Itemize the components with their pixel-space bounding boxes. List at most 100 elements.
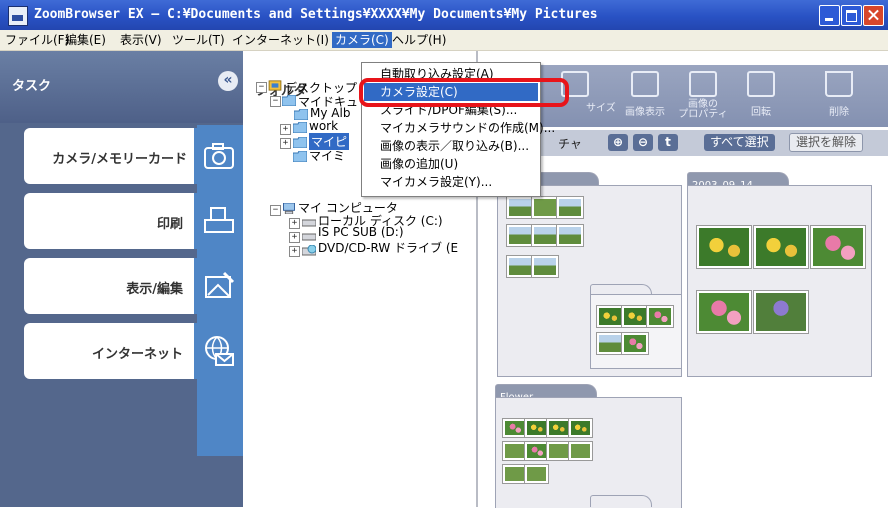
expander-mypictures[interactable]: +	[280, 138, 291, 149]
photo-thumbnail[interactable]	[532, 225, 558, 246]
task-print[interactable]: 印刷	[24, 193, 243, 249]
resize-button[interactable]: サイズ	[586, 71, 616, 123]
photo-thumbnail[interactable]	[622, 333, 648, 354]
menu-item-create-camera-sound[interactable]: マイカメラサウンドの作成(M)...	[364, 119, 555, 137]
photo-thumbnail[interactable]	[697, 226, 751, 268]
minimize-button[interactable]	[819, 5, 840, 26]
photo-thumbnail[interactable]	[532, 256, 558, 277]
expander-work[interactable]: +	[280, 124, 291, 135]
rotate-button[interactable]: 回転	[734, 71, 788, 123]
properties-icon	[689, 71, 717, 97]
photo-thumbnail[interactable]	[622, 306, 648, 327]
task-internet[interactable]: インターネット	[24, 323, 243, 379]
folder-card[interactable]	[687, 185, 872, 377]
rotate-icon	[747, 71, 775, 97]
task-pane-title: タスク	[12, 79, 52, 94]
expander-is-pc-sub[interactable]: +	[289, 232, 300, 243]
view-image-button[interactable]: 画像表示	[618, 71, 672, 123]
tree-node-myalbum[interactable]: My Alb	[310, 106, 350, 120]
folder-tab[interactable]	[590, 495, 652, 507]
delete-button[interactable]: 削除	[812, 71, 866, 123]
photo-thumbnail[interactable]	[507, 256, 533, 277]
printer-icon	[194, 193, 243, 249]
dvd-drive-icon	[302, 245, 316, 256]
photo-thumbnail[interactable]	[647, 306, 673, 327]
photo-thumbnail[interactable]	[697, 291, 751, 333]
camera-icon	[194, 128, 243, 184]
task-label: カメラ/メモリーカード	[52, 152, 187, 167]
drive-icon	[302, 233, 316, 241]
photo-thumbnail[interactable]	[503, 442, 526, 460]
menu-internet[interactable]: インターネット(I)	[229, 32, 332, 48]
properties-button[interactable]: 画像の プロパティ	[676, 71, 730, 123]
folder-icon	[293, 137, 307, 148]
menu-bar: ファイル(F) 編集(E) 表示(V) ツール(T) インターネット(I) カメ…	[0, 30, 888, 51]
photo-thumbnail[interactable]	[503, 419, 526, 437]
menu-item-view-import-images[interactable]: 画像の表示／取り込み(B)...	[364, 137, 538, 155]
zoom-in-button[interactable]: ⊕	[608, 134, 628, 151]
task-view-edit[interactable]: 表示/編集	[24, 258, 243, 314]
title-bar[interactable]: ZoomBrowser EX – C:¥Documents and Settin…	[0, 0, 888, 30]
up-folder-button[interactable]: t	[658, 134, 678, 151]
photo-thumbnail[interactable]	[503, 465, 526, 483]
computer-icon	[283, 203, 295, 214]
expander-mydocuments[interactable]: −	[270, 96, 281, 107]
trash-icon	[825, 71, 853, 97]
folder-icon	[293, 122, 307, 133]
photo-thumbnail[interactable]	[557, 225, 583, 246]
photo-thumbnail[interactable]	[569, 442, 592, 460]
select-all-button[interactable]: すべて選択	[704, 134, 775, 151]
photo-thumbnail[interactable]	[525, 442, 548, 460]
photo-thumbnail[interactable]	[754, 226, 808, 268]
photo-thumbnail[interactable]	[597, 333, 623, 354]
menu-view[interactable]: 表示(V)	[117, 32, 165, 48]
drive-icon	[302, 219, 316, 227]
menu-edit[interactable]: 編集(E)	[62, 32, 109, 48]
edit-image-icon	[194, 258, 243, 314]
view-image-icon	[631, 71, 659, 97]
menu-camera[interactable]: カメラ(C)	[332, 32, 392, 48]
photo-thumbnail[interactable]	[754, 291, 808, 333]
photo-thumbnail[interactable]	[597, 306, 623, 327]
tree-node-mymusic[interactable]: マイミ	[309, 147, 345, 164]
maximize-button[interactable]	[841, 5, 862, 26]
expander-mycomputer[interactable]: −	[270, 205, 281, 216]
menu-item-my-camera-settings[interactable]: マイカメラ設定(Y)...	[364, 173, 538, 191]
expander-desktop[interactable]: −	[256, 82, 267, 93]
collapse-pane-button[interactable]: «	[218, 71, 238, 91]
menu-help[interactable]: ヘルプ(H)	[389, 32, 449, 48]
photo-thumbnail[interactable]	[557, 197, 583, 218]
tree-node-work[interactable]: work	[309, 119, 338, 133]
deselect-button[interactable]: 選択を解除	[789, 133, 864, 152]
tree-node-is-pc-sub[interactable]: IS PC SUB (D:)	[318, 225, 404, 239]
task-label: 印刷	[156, 217, 183, 232]
expander-local-disk[interactable]: +	[289, 218, 300, 229]
photo-thumbnail[interactable]	[507, 225, 533, 246]
folder-icon	[293, 151, 307, 162]
app-icon[interactable]	[8, 6, 28, 26]
task-camera-memorycard[interactable]: カメラ/メモリーカード	[24, 128, 243, 184]
menu-item-add-images[interactable]: 画像の追加(U)	[364, 155, 538, 173]
zoom-out-button[interactable]: ⊖	[633, 134, 653, 151]
photo-thumbnail[interactable]	[547, 419, 570, 437]
photo-thumbnail[interactable]	[532, 197, 558, 218]
callout-highlight-ring	[359, 78, 569, 107]
expander-dvd-drive[interactable]: +	[289, 246, 300, 257]
tree-node-dvd-drive[interactable]: DVD/CD-RW ドライブ (E	[318, 239, 458, 256]
photo-thumbnail[interactable]	[811, 226, 865, 268]
task-pane: タスク « カメラ/メモリーカード 印刷 表示/編集 インターネット	[0, 51, 243, 507]
folder-tab[interactable]: Flower	[495, 384, 597, 403]
folder-icon	[294, 109, 308, 120]
photo-thumbnail[interactable]	[525, 419, 548, 437]
folder-tab[interactable]: 2003_09_14	[687, 172, 789, 191]
task-label: 表示/編集	[126, 282, 183, 297]
display-mode-label: チャ	[558, 137, 582, 151]
close-button[interactable]	[863, 5, 884, 26]
photo-thumbnail[interactable]	[569, 419, 592, 437]
menu-tools[interactable]: ツール(T)	[169, 32, 228, 48]
photo-thumbnail[interactable]	[507, 197, 533, 218]
window-title: ZoomBrowser EX – C:¥Documents and Settin…	[34, 7, 598, 22]
photo-thumbnail[interactable]	[525, 465, 548, 483]
photo-thumbnail[interactable]	[547, 442, 570, 460]
desktop-icon	[268, 80, 282, 91]
